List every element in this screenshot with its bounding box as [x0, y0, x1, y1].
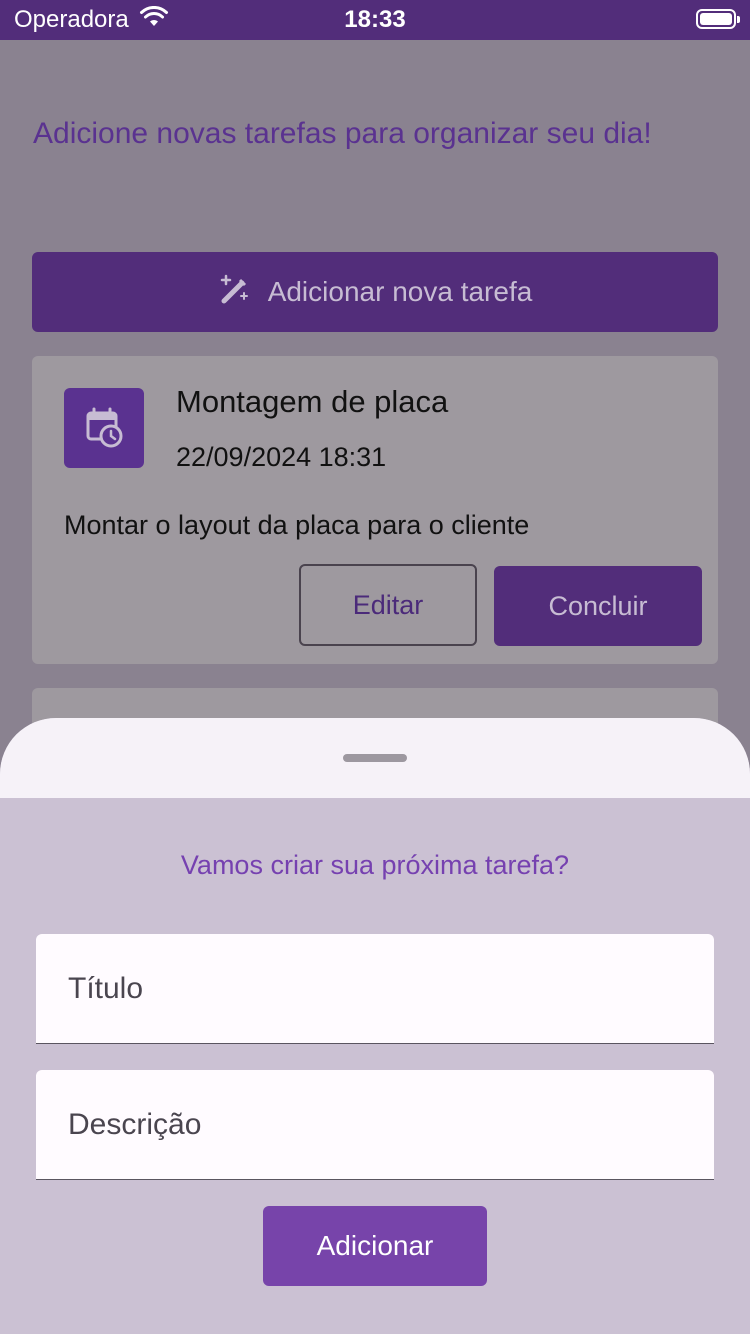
edit-button[interactable]: Editar — [299, 564, 477, 646]
task-datetime: 22/09/2024 18:31 — [176, 442, 387, 472]
task-card: Montagem de placa 22/09/2024 18:31 Monta… — [32, 356, 718, 664]
wifi-icon — [139, 5, 169, 35]
sheet-heading: Vamos criar sua próxima tarefa? — [180, 850, 570, 880]
task-description: Montar o layout da placa para o cliente — [64, 510, 530, 540]
add-button[interactable]: Adicionar — [263, 1206, 487, 1286]
intro-text: Adicione novas tarefas para organizar se… — [33, 117, 652, 150]
conclude-button[interactable]: Concluir — [494, 566, 702, 646]
description-field[interactable] — [36, 1070, 714, 1180]
battery-icon — [696, 9, 740, 29]
add-task-button-label: Adicionar nova tarefa — [267, 276, 533, 307]
drag-handle[interactable] — [343, 754, 407, 762]
add-task-button[interactable]: Adicionar nova tarefa — [32, 252, 718, 332]
bottom-sheet: Vamos criar sua próxima tarefa? Adiciona… — [0, 718, 750, 1334]
title-field[interactable] — [36, 934, 714, 1044]
calendar-clock-icon — [64, 388, 144, 468]
magic-wand-icon — [218, 273, 250, 312]
carrier-label: Operadora — [14, 6, 129, 33]
title-input[interactable] — [36, 934, 714, 1043]
task-title: Montagem de placa — [176, 384, 449, 419]
status-bar: Operadora 18:33 — [0, 0, 750, 40]
description-input[interactable] — [36, 1070, 714, 1179]
